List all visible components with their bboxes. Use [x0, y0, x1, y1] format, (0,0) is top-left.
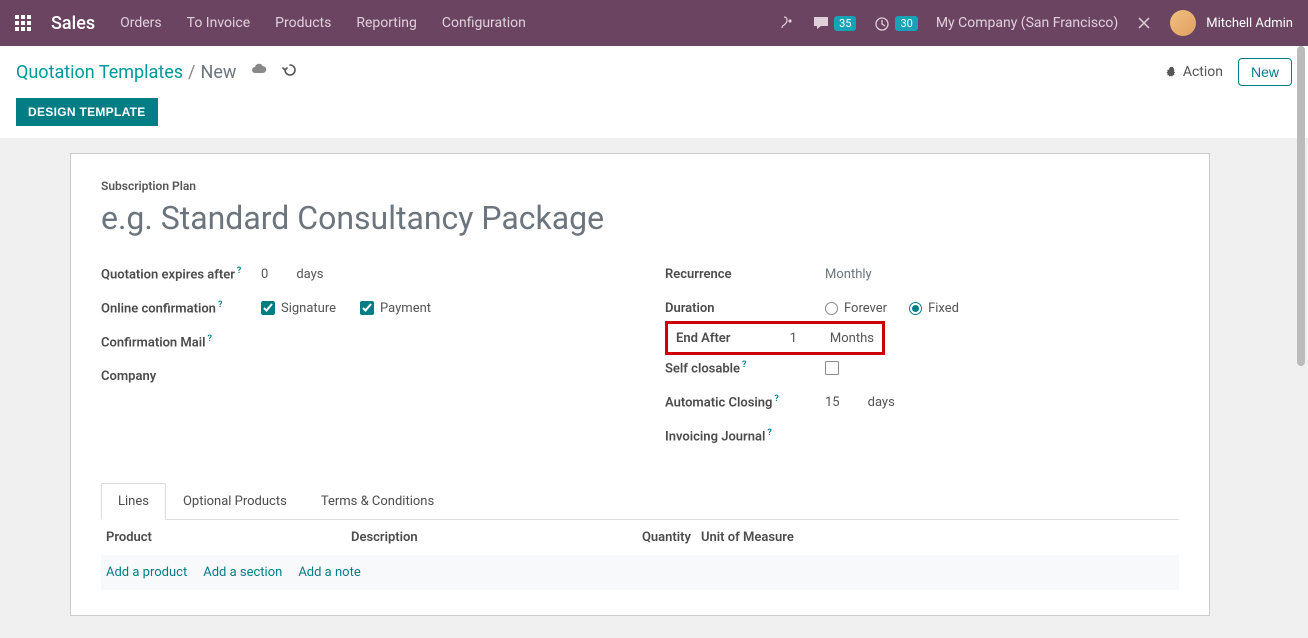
- value-end-after[interactable]: 1 Months: [790, 331, 874, 346]
- checkbox-signature[interactable]: Signature: [261, 301, 336, 316]
- col-product: Product: [106, 530, 351, 545]
- nav-reporting[interactable]: Reporting: [356, 15, 417, 31]
- breadcrumb-sep: /: [188, 62, 195, 83]
- user-menu[interactable]: Mitchell Admin: [1170, 10, 1293, 36]
- row-self-closable: Self closable?: [665, 351, 1179, 385]
- cloud-save-icon[interactable]: [251, 62, 267, 83]
- value-recurrence[interactable]: Monthly: [825, 267, 1179, 282]
- breadcrumb-parent[interactable]: Quotation Templates: [16, 62, 183, 83]
- help-icon[interactable]: ?: [208, 334, 212, 344]
- row-end-after: End After 1 Months: [665, 321, 885, 355]
- help-icon[interactable]: ?: [237, 266, 241, 276]
- label-expires: Quotation expires after?: [101, 266, 261, 282]
- discard-icon[interactable]: [282, 62, 298, 83]
- tab-terms[interactable]: Terms & Conditions: [304, 483, 451, 520]
- col-uom: Unit of Measure: [691, 530, 1174, 545]
- apps-icon[interactable]: [15, 15, 31, 31]
- design-template-button[interactable]: DESIGN TEMPLATE: [16, 98, 158, 126]
- topnav-left: Sales Orders To Invoice Products Reporti…: [15, 13, 526, 34]
- col-quantity: Quantity: [631, 530, 691, 545]
- section-label: Subscription Plan: [101, 179, 1179, 193]
- radio-fixed[interactable]: Fixed: [909, 301, 959, 316]
- help-icon[interactable]: ?: [767, 428, 771, 438]
- row-confirmation-mail: Confirmation Mail?: [101, 325, 615, 359]
- checkbox-self-closable[interactable]: [825, 361, 839, 375]
- table-head: Product Description Quantity Unit of Mea…: [101, 520, 1179, 555]
- action-dropdown[interactable]: Action: [1165, 64, 1223, 80]
- add-product-link[interactable]: Add a product: [106, 565, 187, 580]
- add-note-link[interactable]: Add a note: [298, 565, 360, 580]
- form-col-left: Quotation expires after? 0 days Online c…: [101, 257, 615, 453]
- row-invoicing-journal: Invoicing Journal?: [665, 419, 1179, 453]
- control-panel: Quotation Templates / New Action New: [0, 46, 1308, 98]
- user-name: Mitchell Admin: [1206, 16, 1293, 31]
- content: Subscription Plan e.g. Standard Consulta…: [0, 138, 1308, 638]
- topnav-right: 35 30 My Company (San Francisco) Mitchel…: [779, 10, 1293, 36]
- value-auto-closing[interactable]: 15 days: [825, 395, 1179, 410]
- help-icon[interactable]: ?: [218, 300, 222, 310]
- chat-badge: 35: [834, 16, 856, 31]
- action-label: Action: [1183, 64, 1223, 80]
- breadcrumb-current: New: [200, 62, 236, 83]
- nav-orders[interactable]: Orders: [120, 15, 162, 31]
- nav-configuration[interactable]: Configuration: [442, 15, 526, 31]
- topnav: Sales Orders To Invoice Products Reporti…: [0, 0, 1308, 46]
- value-expires[interactable]: 0 days: [261, 267, 615, 282]
- scrollbar[interactable]: [1297, 46, 1305, 366]
- radio-forever[interactable]: Forever: [825, 301, 887, 316]
- row-duration: Duration Forever Fixed: [665, 291, 1179, 325]
- tab-lines[interactable]: Lines: [101, 483, 166, 520]
- form-sheet: Subscription Plan e.g. Standard Consulta…: [70, 153, 1210, 616]
- tools-icon[interactable]: [1136, 15, 1152, 31]
- row-online-confirmation: Online confirmation? Signature Payment: [101, 291, 615, 325]
- tab-optional-products[interactable]: Optional Products: [166, 483, 304, 520]
- add-section-link[interactable]: Add a section: [203, 565, 282, 580]
- help-icon[interactable]: ?: [774, 394, 778, 404]
- app-title[interactable]: Sales: [51, 13, 95, 34]
- row-recurrence: Recurrence Monthly: [665, 257, 1179, 291]
- tabs: Lines Optional Products Terms & Conditio…: [101, 483, 1179, 520]
- statusbar: DESIGN TEMPLATE: [0, 98, 1308, 138]
- row-expires: Quotation expires after? 0 days: [101, 257, 615, 291]
- form-col-right: Recurrence Monthly Duration Forever Fixe…: [665, 257, 1179, 453]
- help-icon[interactable]: [779, 15, 795, 31]
- nav-products[interactable]: Products: [275, 15, 331, 31]
- new-button[interactable]: New: [1238, 58, 1292, 86]
- nav-to-invoice[interactable]: To Invoice: [187, 15, 251, 31]
- form-columns: Quotation expires after? 0 days Online c…: [101, 257, 1179, 453]
- action-area: Action New: [1165, 58, 1292, 86]
- help-icon[interactable]: ?: [742, 360, 746, 370]
- chat-icon[interactable]: 35: [813, 15, 856, 31]
- avatar: [1170, 10, 1196, 36]
- row-auto-closing: Automatic Closing? 15 days: [665, 385, 1179, 419]
- breadcrumb: Quotation Templates / New: [16, 62, 298, 83]
- checkbox-payment[interactable]: Payment: [360, 301, 431, 316]
- timer-icon[interactable]: 30: [874, 15, 917, 31]
- company-selector[interactable]: My Company (San Francisco): [936, 15, 1118, 31]
- nav-links: Orders To Invoice Products Reporting Con…: [120, 15, 526, 31]
- add-row: Add a product Add a section Add a note: [101, 555, 1179, 590]
- row-company: Company: [101, 359, 615, 393]
- col-description: Description: [351, 530, 631, 545]
- timer-badge: 30: [895, 16, 917, 31]
- title-input[interactable]: e.g. Standard Consultancy Package: [101, 199, 1179, 237]
